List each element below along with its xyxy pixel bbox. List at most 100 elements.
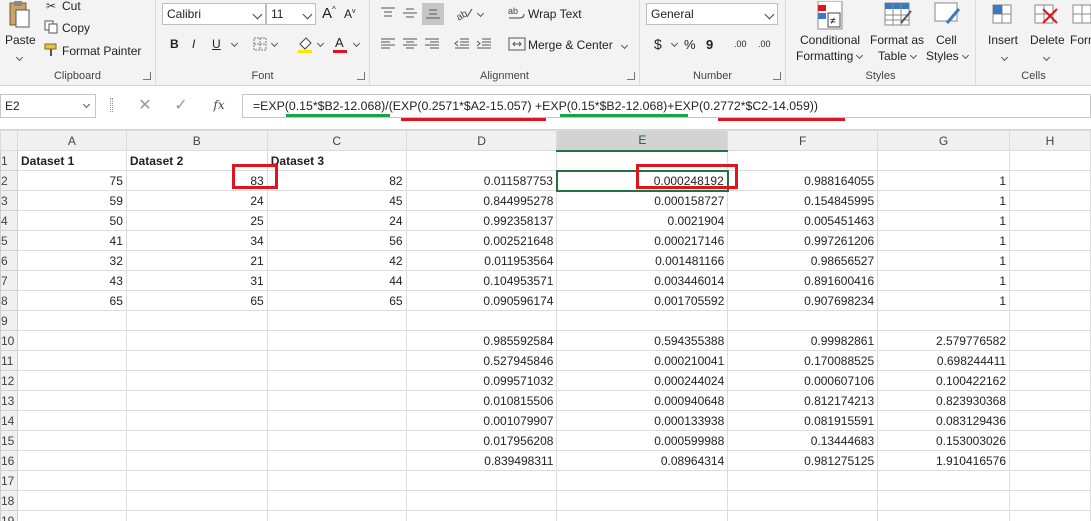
cell-e1[interactable] <box>556 150 729 171</box>
cell-b14[interactable] <box>125 410 268 431</box>
cell-b5[interactable]: 34 <box>125 230 268 251</box>
cell-h6[interactable] <box>1009 250 1091 271</box>
cell-c17[interactable] <box>266 470 407 491</box>
cell-a8[interactable]: 65 <box>16 290 127 311</box>
cell-f2[interactable]: 0.988164055 <box>727 170 879 191</box>
comma-button[interactable]: 9 <box>706 37 713 52</box>
cell-g15[interactable]: 0.153003026 <box>877 430 1011 451</box>
merge-dropdown-icon[interactable] <box>620 40 628 50</box>
cell-b6[interactable]: 21 <box>125 250 268 271</box>
row-header-7[interactable]: 7 <box>0 270 18 291</box>
cell-b15[interactable] <box>125 430 268 451</box>
fill-color-dropdown-icon[interactable] <box>316 38 324 48</box>
decrease-decimal-button[interactable]: .00 <box>758 39 771 49</box>
column-header-f[interactable]: F <box>727 130 879 151</box>
underline-dropdown-icon[interactable] <box>230 38 238 48</box>
cell-g3[interactable]: 1 <box>877 190 1011 211</box>
cell-h5[interactable] <box>1009 230 1091 251</box>
conditional-formatting-button[interactable]: Conditional <box>800 33 860 47</box>
align-top-icon[interactable] <box>380 6 396 20</box>
drag-handle-icon[interactable] <box>110 98 113 112</box>
bold-button[interactable]: B <box>170 37 179 51</box>
cell-a7[interactable]: 43 <box>16 270 127 291</box>
row-header-4[interactable]: 4 <box>0 210 18 231</box>
format-as-table-button[interactable]: Format as <box>870 33 924 47</box>
cell-f13[interactable]: 0.812174213 <box>727 390 879 411</box>
cell-a10[interactable] <box>16 330 127 351</box>
number-launcher[interactable] <box>773 72 781 80</box>
row-header-13[interactable]: 13 <box>0 390 18 411</box>
column-header-c[interactable]: C <box>266 130 407 151</box>
increase-decimal-button[interactable]: .00 <box>734 39 747 49</box>
cell-b19[interactable] <box>125 510 268 521</box>
cell-d11[interactable]: 0.527945846 <box>405 350 558 371</box>
cell-f7[interactable]: 0.891600416 <box>727 270 879 291</box>
cell-f6[interactable]: 0.98656527 <box>727 250 879 271</box>
row-header-18[interactable]: 18 <box>0 490 18 511</box>
column-header-b[interactable]: B <box>125 130 268 151</box>
cell-h17[interactable] <box>1009 470 1091 491</box>
cell-a1[interactable]: Dataset 1 <box>16 150 127 171</box>
cell-c19[interactable] <box>266 510 407 521</box>
cell-e17[interactable] <box>556 470 729 491</box>
cell-h19[interactable] <box>1009 510 1091 521</box>
cell-h13[interactable] <box>1009 390 1091 411</box>
font-color-dropdown-icon[interactable] <box>352 38 360 48</box>
cell-f16[interactable]: 0.981275125 <box>727 450 879 471</box>
cell-c10[interactable] <box>266 330 407 351</box>
shrink-font-button[interactable]: Av <box>344 7 356 21</box>
cell-g10[interactable]: 2.579776582 <box>877 330 1011 351</box>
cell-c18[interactable] <box>266 490 407 511</box>
cell-a5[interactable]: 41 <box>16 230 127 251</box>
cell-e5[interactable]: 0.000217146 <box>556 230 729 251</box>
cell-f14[interactable]: 0.081915591 <box>727 410 879 431</box>
cell-f17[interactable] <box>727 470 879 491</box>
cell-g19[interactable] <box>877 510 1011 521</box>
clipboard-launcher[interactable] <box>143 72 151 80</box>
align-middle-icon[interactable] <box>402 6 418 20</box>
cell-e18[interactable] <box>556 490 729 511</box>
chevron-down-icon[interactable] <box>14 52 24 62</box>
cell-f19[interactable] <box>727 510 879 521</box>
align-right-icon[interactable] <box>424 37 440 51</box>
paste-button[interactable]: Paste <box>5 33 36 47</box>
cell-g14[interactable]: 0.083129436 <box>877 410 1011 431</box>
font-launcher[interactable] <box>357 72 365 80</box>
cell-g9[interactable] <box>877 310 1011 331</box>
format-painter-button[interactable]: Format Painter <box>62 44 141 58</box>
increase-indent-icon[interactable] <box>476 37 492 51</box>
underline-button[interactable]: U <box>212 37 221 51</box>
delete-button[interactable]: Delete <box>1030 33 1065 47</box>
cell-e15[interactable]: 0.000599988 <box>556 430 729 451</box>
cell-h3[interactable] <box>1009 190 1091 211</box>
cell-d18[interactable] <box>405 490 558 511</box>
cell-g17[interactable] <box>877 470 1011 491</box>
cell-d19[interactable] <box>405 510 558 521</box>
cell-c3[interactable]: 45 <box>266 190 407 211</box>
italic-button[interactable]: I <box>192 37 195 51</box>
cell-styles-button[interactable]: Cell <box>936 33 957 47</box>
conditional-formatting-sub[interactable]: Formatting <box>796 49 864 63</box>
cell-h16[interactable] <box>1009 450 1091 471</box>
cell-a3[interactable]: 59 <box>16 190 127 211</box>
cell-h11[interactable] <box>1009 350 1091 371</box>
cell-e12[interactable]: 0.000244024 <box>556 370 729 391</box>
cell-h7[interactable] <box>1009 270 1091 291</box>
cell-f10[interactable]: 0.99982861 <box>727 330 879 351</box>
cell-b7[interactable]: 31 <box>125 270 268 291</box>
row-header-16[interactable]: 16 <box>0 450 18 471</box>
currency-dropdown-icon[interactable] <box>670 38 678 48</box>
cell-e10[interactable]: 0.594355388 <box>556 330 729 351</box>
cell-g8[interactable]: 1 <box>877 290 1011 311</box>
cell-a9[interactable] <box>16 310 127 331</box>
cell-d8[interactable]: 0.090596174 <box>405 290 558 311</box>
cell-b10[interactable] <box>125 330 268 351</box>
cell-c11[interactable] <box>266 350 407 371</box>
cell-styles-sub[interactable]: Styles <box>926 49 969 63</box>
cell-b8[interactable]: 65 <box>125 290 268 311</box>
cell-a17[interactable] <box>16 470 127 491</box>
cell-b3[interactable]: 24 <box>125 190 268 211</box>
insert-dropdown-icon[interactable] <box>1000 52 1008 62</box>
row-header-15[interactable]: 15 <box>0 430 18 451</box>
cell-a15[interactable] <box>16 430 127 451</box>
